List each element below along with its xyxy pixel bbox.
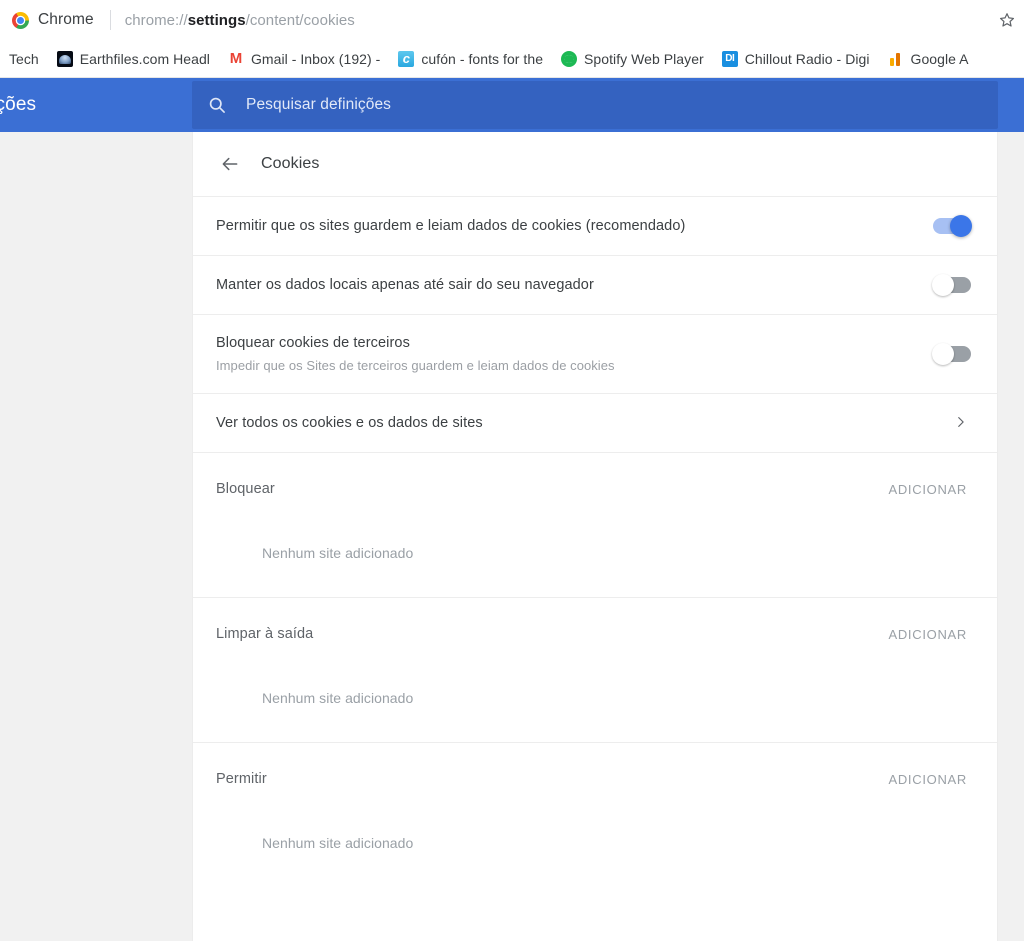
toggle-knob	[932, 274, 954, 296]
cookies-card-header: Cookies	[193, 132, 997, 196]
earthfiles-favicon	[56, 50, 73, 67]
add-site-button[interactable]: ADICIONAR	[881, 766, 974, 793]
toggle-switch[interactable]	[932, 343, 971, 365]
setting-label: Bloquear cookies de terceiros	[216, 334, 410, 351]
page-title: Cookies	[261, 155, 320, 172]
bookmark-label: Gmail - Inbox (192) -	[250, 50, 381, 67]
setting-row-text: Ver todos os cookies e os dados de sites	[216, 413, 507, 433]
settings-rows: Permitir que os sites guardem e leiam da…	[193, 196, 997, 452]
spotify-favicon	[561, 50, 578, 67]
setting-label: Ver todos os cookies e os dados de sites	[216, 415, 483, 431]
setting-row[interactable]: Bloquear cookies de terceiros Impedir que…	[193, 314, 997, 393]
setting-row[interactable]: Permitir que os sites guardem e leiam da…	[193, 196, 997, 255]
exception-section-title: Bloquear	[216, 481, 275, 497]
exception-section: Permitir ADICIONAR Nenhum site adicionado	[193, 742, 997, 887]
chrome-app-label: Chrome	[38, 11, 94, 28]
exception-section-title: Limpar à saída	[216, 626, 314, 642]
bookmark-label: Google A	[910, 50, 969, 67]
exception-section: Bloquear ADICIONAR Nenhum site adicionado	[193, 452, 997, 597]
empty-state-text: Nenhum site adicionado	[262, 835, 414, 851]
bookmark-item[interactable]: c cufón - fonts for the	[389, 47, 552, 71]
empty-state-text: Nenhum site adicionado	[262, 690, 414, 706]
bookmark-item[interactable]: Tech	[0, 47, 48, 71]
chrome-brand: Chrome	[8, 11, 94, 29]
digitally-imported-favicon: DI	[721, 50, 738, 67]
settings-page-body: Cookies Permitir que os sites guardem e …	[0, 132, 1024, 941]
gmail-favicon: M	[227, 50, 244, 67]
exception-sections: Bloquear ADICIONAR Nenhum site adicionado L…	[193, 452, 997, 887]
url-highlight: settings	[187, 11, 246, 29]
bookmarks-bar: Tech Earthfiles.com Headl M Gmail - Inbox (…	[0, 40, 1024, 78]
toggle-switch[interactable]	[933, 215, 972, 237]
bookmark-item[interactable]: Earthfiles.com Headl	[48, 47, 219, 71]
bookmark-label: Chillout Radio - Digi	[744, 50, 870, 67]
toolbar-divider	[109, 10, 111, 30]
setting-row-text: Manter os dados locais apenas até sair d…	[216, 275, 618, 295]
setting-row-text: Bloquear cookies de terceiros Impedir que…	[216, 333, 639, 376]
setting-label: Permitir que os sites guardem e leiam da…	[216, 218, 686, 234]
star-outline-icon[interactable]	[994, 7, 1020, 33]
setting-row[interactable]: Manter os dados locais apenas até sair d…	[193, 255, 997, 314]
back-arrow-icon[interactable]	[216, 150, 244, 178]
browser-toolbar: Chrome chrome://settings/content/cookies	[0, 0, 1024, 40]
address-bar[interactable]: chrome://settings/content/cookies	[125, 12, 355, 29]
bookmark-label: cufón - fonts for the	[421, 50, 544, 67]
url-suffix: /content/cookies	[245, 11, 355, 29]
search-input-placeholder: Pesquisar definições	[246, 96, 392, 113]
bookmark-item[interactable]: Google A	[879, 47, 978, 71]
cufon-favicon: c	[398, 50, 415, 67]
toggle-knob	[932, 343, 954, 365]
bookmark-label: Spotify Web Player	[584, 50, 704, 67]
bookmark-item[interactable]: Spotify Web Player	[552, 47, 713, 71]
empty-state-text: Nenhum site adicionado	[262, 545, 414, 561]
bookmark-label: Earthfiles.com Headl	[79, 50, 210, 67]
exception-section-title: Permitir	[216, 771, 267, 787]
setting-sublabel: Impedir que os Sites de terceiros guarde…	[216, 357, 615, 373]
add-site-button[interactable]: ADICIONAR	[881, 621, 974, 648]
exception-section: Limpar à saída ADICIONAR Nenhum site adici…	[193, 597, 997, 742]
chevron-right-icon[interactable]	[955, 415, 966, 431]
bookmark-item[interactable]: DI Chillout Radio - Digi	[713, 47, 879, 71]
bookmark-item[interactable]: M Gmail - Inbox (192) -	[219, 47, 389, 71]
google-analytics-favicon	[887, 50, 904, 67]
setting-row[interactable]: Ver todos os cookies e os dados de sites	[193, 393, 997, 452]
cookies-settings-card: Cookies Permitir que os sites guardem e …	[192, 132, 998, 941]
add-site-button[interactable]: ADICIONAR	[881, 476, 974, 503]
setting-row-text: Permitir que os sites guardem e leiam da…	[216, 216, 709, 236]
bookmark-label: Tech	[9, 50, 39, 67]
toggle-switch[interactable]	[932, 274, 971, 296]
search-icon	[206, 94, 228, 116]
search-settings-field[interactable]: Pesquisar definições	[192, 81, 998, 129]
toggle-knob	[950, 215, 972, 237]
settings-title: Definições	[0, 94, 37, 115]
setting-label: Manter os dados locais apenas até sair d…	[216, 277, 594, 293]
settings-header: Definições Pesquisar definições	[0, 78, 1024, 132]
chrome-logo-icon	[12, 11, 29, 29]
url-prefix: chrome://	[124, 11, 188, 29]
